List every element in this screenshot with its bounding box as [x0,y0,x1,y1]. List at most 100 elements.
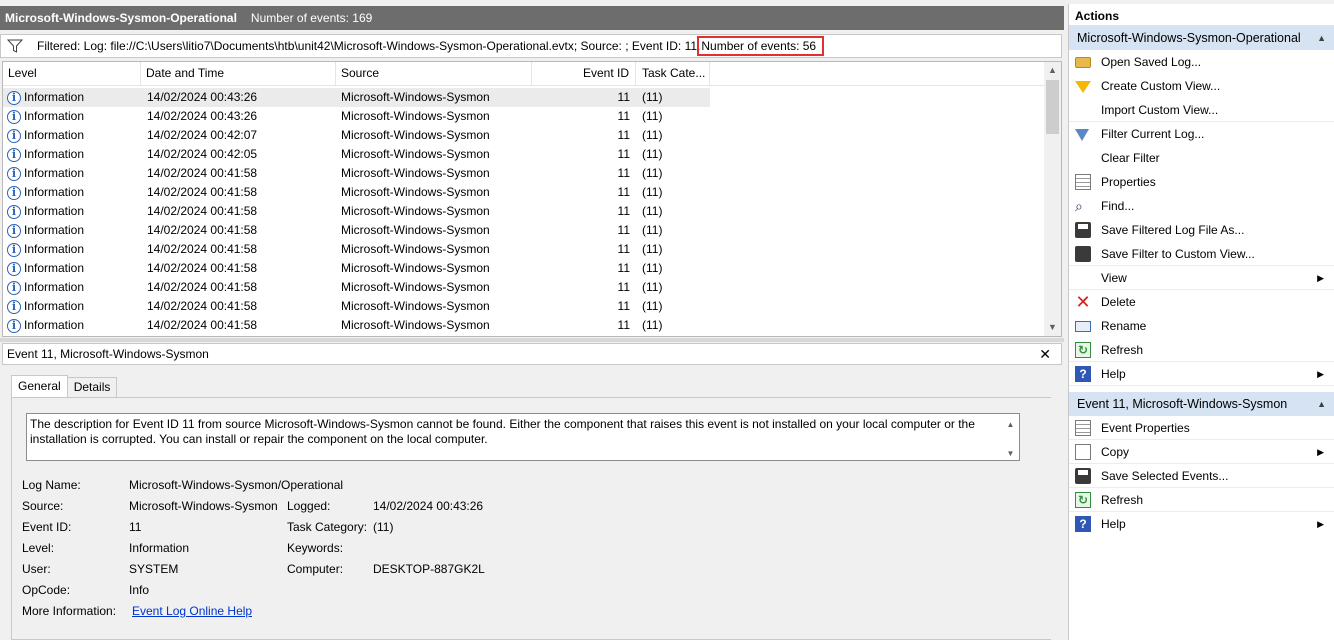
computer-label: Computer: [287,562,344,576]
action-clear-filter[interactable]: Clear Filter [1069,146,1334,170]
action-label: View [1101,271,1127,285]
action-label: Delete [1101,295,1136,309]
submenu-arrow-icon: ▶ [1317,369,1324,379]
row-event-id: 11 [617,261,630,275]
log-event-count: Number of events: 169 [250,11,373,25]
column-header-event-id[interactable]: Event ID [532,62,636,86]
table-row[interactable]: i Information 14/02/2024 00:41:58 Microsoft… [3,183,1045,202]
action-filter-current-log[interactable]: Filter Current Log... [1069,122,1334,146]
collapse-icon[interactable]: ▲ [1317,392,1326,416]
row-event-id: 11 [617,109,630,123]
section-title: Microsoft-Windows-Sysmon-Operational [1077,31,1301,45]
chevron-down-icon[interactable]: ▼ [1002,446,1019,461]
action-properties[interactable]: Properties [1069,170,1334,194]
row-event-id: 11 [617,280,630,294]
description-scrollbar[interactable]: ▲ ▼ [1002,414,1019,460]
pane-splitter[interactable] [0,338,1064,342]
row-level: i Information [3,107,141,126]
section-title: Event 11, Microsoft-Windows-Sysmon [1077,397,1288,411]
row-event-id: 11 [617,128,630,142]
row-level: i Information [3,297,141,316]
action-find[interactable]: ⌕ Find... [1069,194,1334,218]
action-save-filter-to-custom-view[interactable]: Save Filter to Custom View... [1069,242,1334,266]
action-refresh[interactable]: ↻ Refresh [1069,338,1334,362]
action-delete[interactable]: ✕ Delete [1069,290,1334,314]
row-level-text: Information [24,242,85,256]
table-row[interactable]: i Information 14/02/2024 00:41:58 Microsoft… [3,164,1045,183]
action-label: Refresh [1101,493,1144,507]
action-refresh[interactable]: ↻ Refresh [1069,488,1334,512]
row-task-category: (11) [642,185,663,199]
column-header-source[interactable]: Source [336,62,532,86]
level-value: Information [129,541,190,555]
close-icon[interactable]: ✕ [1039,346,1051,362]
actions-section-event[interactable]: Event 11, Microsoft-Windows-Sysmon ▲ [1069,392,1334,416]
information-icon: i [7,147,21,162]
row-level-text: Information [24,90,85,104]
scroll-up-icon[interactable]: ▲ [1044,62,1061,79]
event-actions-list: Event Properties Copy ▶ Save Selected Event… [1069,416,1334,536]
scroll-thumb[interactable] [1046,80,1059,134]
table-row[interactable]: i Information 14/02/2024 00:42:07 Microsoft… [3,126,1045,145]
tab-general[interactable]: General [11,375,68,398]
action-view[interactable]: View ▶ [1069,266,1334,290]
table-row[interactable]: i Information 14/02/2024 00:41:58 Microsoft… [3,297,1045,316]
action-create-custom-view[interactable]: Create Custom View... [1069,74,1334,98]
information-icon: i [7,318,21,333]
table-row[interactable]: i Information 14/02/2024 00:41:58 Microsoft… [3,240,1045,259]
action-open-saved-log[interactable]: Open Saved Log... [1069,50,1334,74]
row-source: Microsoft-Windows-Sysmon [341,204,490,218]
collapse-icon[interactable]: ▲ [1317,26,1326,50]
table-row[interactable]: i Information 14/02/2024 00:41:58 Microsoft… [3,202,1045,221]
event-description[interactable]: The description for Event ID 11 from sou… [26,413,1020,461]
chevron-up-icon[interactable]: ▲ [1002,417,1019,432]
action-event-properties[interactable]: Event Properties [1069,416,1334,440]
row-date: 14/02/2024 00:43:26 [147,109,258,123]
action-import-custom-view[interactable]: Import Custom View... [1069,98,1334,122]
row-task-category: (11) [642,280,663,294]
filter-funnel-icon [7,39,23,53]
refresh-icon: ↻ [1075,342,1091,358]
action-save-selected-events[interactable]: Save Selected Events... [1069,464,1334,488]
action-label: Import Custom View... [1101,103,1219,117]
row-event-id: 11 [617,299,630,313]
action-copy[interactable]: Copy ▶ [1069,440,1334,464]
actions-section-log[interactable]: Microsoft-Windows-Sysmon-Operational ▲ [1069,26,1334,50]
table-row[interactable]: i Information 14/02/2024 00:41:58 Microsoft… [3,259,1045,278]
details-scrollbar[interactable] [1052,366,1062,640]
table-row[interactable]: i Information 14/02/2024 00:42:05 Microsoft… [3,145,1045,164]
action-label: Properties [1101,175,1156,189]
row-date: 14/02/2024 00:42:07 [147,128,258,142]
scroll-down-icon[interactable]: ▼ [1044,319,1061,336]
column-header-level[interactable]: Level [3,62,141,86]
more-info-label: More Information: [22,604,117,618]
row-task-category: (11) [642,242,663,256]
action-rename[interactable]: Rename [1069,314,1334,338]
actions-pane: Actions Microsoft-Windows-Sysmon-Operati… [1068,4,1334,640]
table-row[interactable]: i Information 14/02/2024 00:41:58 Microsoft… [3,278,1045,297]
source-value: Microsoft-Windows-Sysmon [129,499,278,513]
table-row[interactable]: i Information 14/02/2024 00:41:58 Microsoft… [3,221,1045,240]
help-icon: ? [1075,516,1091,532]
copy-icon [1075,444,1091,460]
grid-scrollbar[interactable]: ▲ ▼ [1044,62,1061,336]
table-row[interactable]: i Information 14/02/2024 00:43:26 Microsoft… [3,88,710,107]
log-header: Microsoft-Windows-Sysmon-Operational Num… [0,6,1064,30]
details-header: Event 11, Microsoft-Windows-Sysmon ✕ [2,343,1062,365]
table-row[interactable]: i Information 14/02/2024 00:43:26 Microsoft… [3,107,1045,126]
row-event-id: 11 [617,166,630,180]
action-help[interactable]: ? Help ▶ [1069,512,1334,536]
column-header-task-category[interactable]: Task Cate... [636,62,710,86]
action-help[interactable]: ? Help ▶ [1069,362,1334,386]
column-header-date[interactable]: Date and Time [141,62,336,86]
information-icon: i [7,90,21,105]
row-date: 14/02/2024 00:42:05 [147,147,258,161]
row-event-id: 11 [617,90,630,104]
action-save-filtered-log-file-as[interactable]: Save Filtered Log File As... [1069,218,1334,242]
folder-icon [1075,57,1091,68]
tab-details[interactable]: Details [66,377,118,397]
row-level-text: Information [24,318,85,332]
table-row[interactable]: i Information 14/02/2024 00:41:58 Microsoft… [3,316,1045,335]
log-title: Microsoft-Windows-Sysmon-Operational [5,11,237,25]
event-log-online-help-link[interactable]: Event Log Online Help [132,604,252,618]
